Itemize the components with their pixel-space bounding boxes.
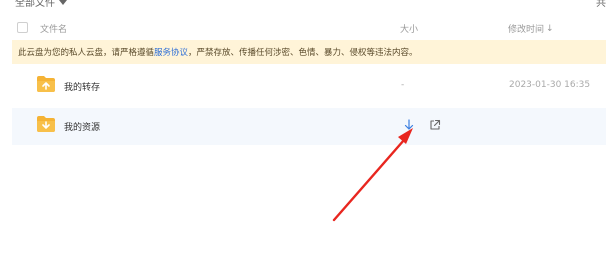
file-modified: 2023-01-30 16:35 xyxy=(509,80,591,90)
folder-icon xyxy=(37,116,55,132)
notice-text-after: ，严禁存放、传播任何涉密、色情、暴力、侵权等违法内容。 xyxy=(188,48,418,58)
open-external-button[interactable] xyxy=(428,118,442,132)
file-size: - xyxy=(401,80,405,90)
file-list-header: 文件名 大小 修改时间 ↓ xyxy=(0,14,606,40)
download-button[interactable] xyxy=(402,118,416,132)
file-manager: 全部文件 共 文件名 大小 修改时间 ↓ 此云盘为您的私人云盘，请严格遵循 服务… xyxy=(0,0,606,277)
download-icon[interactable] xyxy=(403,119,415,131)
notice-banner: 此云盘为您的私人云盘，请严格遵循 服务协议 ，严禁存放、传播任何涉密、色情、暴力… xyxy=(12,40,606,64)
file-row[interactable]: 我的资源 xyxy=(12,108,606,145)
breadcrumb[interactable]: 全部文件 xyxy=(15,0,67,9)
breadcrumb-label[interactable]: 全部文件 xyxy=(15,0,55,9)
select-all-checkbox-icon[interactable] xyxy=(17,22,28,33)
file-row[interactable]: 我的转存 - 2023-01-30 16:35 xyxy=(12,68,606,105)
caret-down-icon[interactable] xyxy=(59,0,67,5)
column-header-modified[interactable]: 修改时间 ↓ xyxy=(508,22,554,36)
file-name[interactable]: 我的资源 xyxy=(64,120,100,133)
column-header-name[interactable]: 文件名 xyxy=(40,22,67,35)
notice-text-before: 此云盘为您的私人云盘，请严格遵循 xyxy=(18,48,155,58)
total-count-label: 共 xyxy=(596,0,606,9)
folder-icon xyxy=(37,76,55,92)
file-name[interactable]: 我的转存 xyxy=(64,80,100,93)
service-agreement-link[interactable]: 服务协议 xyxy=(154,46,188,58)
column-header-size[interactable]: 大小 xyxy=(400,22,418,35)
column-header-modified-label: 修改时间 xyxy=(508,25,545,35)
sort-arrow-icon[interactable]: ↓ xyxy=(546,24,554,34)
open-external-icon[interactable] xyxy=(429,119,441,131)
